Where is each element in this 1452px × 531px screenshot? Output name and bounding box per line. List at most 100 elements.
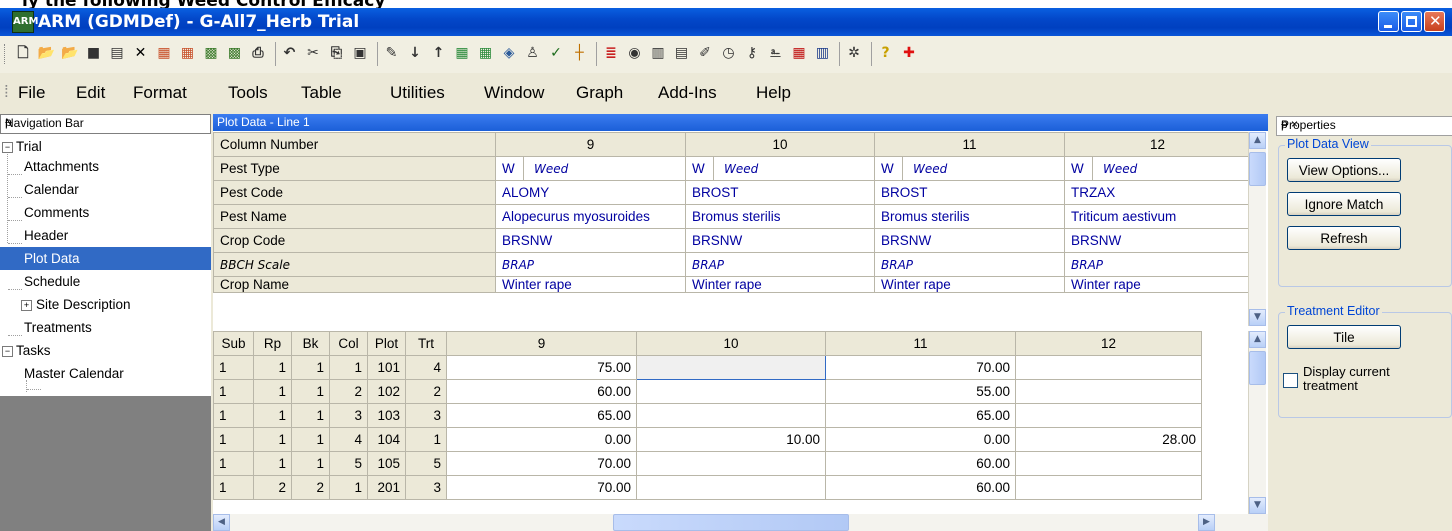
tree-item-attachments[interactable]: Attachments [24, 155, 99, 178]
key-cell[interactable]: 1 [213, 355, 254, 380]
display-current-treatment-checkbox[interactable] [1283, 373, 1298, 388]
pest-code-cell[interactable]: TRZAX [1064, 180, 1251, 205]
data-cell[interactable] [1015, 379, 1202, 404]
key-column-header[interactable]: Trt [405, 331, 447, 356]
data-cell[interactable] [1015, 403, 1202, 428]
key-cell[interactable]: 1 [213, 451, 254, 476]
pest-name-cell[interactable]: Bromus sterilis [874, 204, 1065, 229]
data-cell[interactable] [636, 451, 826, 476]
crop-code-cell[interactable]: BRSNW [1064, 228, 1251, 253]
key-cell[interactable]: 1 [329, 475, 368, 500]
spell-icon[interactable]: ✎ [383, 44, 401, 62]
check-icon[interactable]: ✓ [547, 44, 565, 62]
refresh-button[interactable]: Refresh [1287, 226, 1401, 250]
scroll-thumb[interactable] [1249, 351, 1266, 385]
paste-icon[interactable]: ▣ [351, 44, 369, 62]
new-icon[interactable]: 🗋 [14, 44, 32, 62]
toolbar-grip[interactable] [4, 44, 8, 64]
edit-icon[interactable]: ✐ [696, 44, 714, 62]
key-column-header[interactable]: Bk [291, 331, 330, 356]
key-cell[interactable]: 102 [367, 379, 406, 404]
horizontal-scrollbar[interactable]: ◀ ▶ [213, 514, 1268, 531]
data-cell[interactable]: 60.00 [825, 475, 1016, 500]
column-header[interactable]: 10 [636, 331, 826, 356]
data-cell[interactable]: 60.00 [825, 451, 1016, 476]
key-cell[interactable]: 1 [405, 427, 447, 452]
key-column-header[interactable]: Col [329, 331, 368, 356]
scroll-right-icon[interactable]: ▶ [1198, 514, 1215, 531]
disk-icon[interactable]: ◉ [626, 44, 644, 62]
key-cell[interactable]: 105 [367, 451, 406, 476]
data-cell[interactable]: 28.00 [1015, 427, 1202, 452]
close-button[interactable]: ✕ [1424, 11, 1445, 32]
arm-icon[interactable]: ▦ [477, 44, 495, 62]
key-cell[interactable]: 1 [213, 403, 254, 428]
key-cell[interactable]: 1 [213, 475, 254, 500]
settings-icon[interactable]: ✲ [845, 44, 863, 62]
bbch-scale-cell[interactable]: BRAP [685, 252, 875, 277]
menu-window[interactable]: Window [484, 83, 544, 103]
tree-item-tasks[interactable]: − Tasks [0, 339, 211, 362]
data-cell[interactable]: 65.00 [446, 403, 637, 428]
print-icon[interactable]: ⎙ [249, 44, 267, 62]
person-icon[interactable]: ♙ [524, 44, 542, 62]
column-header[interactable]: 11 [825, 331, 1016, 356]
key-cell[interactable]: 1 [253, 355, 292, 380]
tree-item-master-calendar[interactable]: Master Calendar [24, 362, 124, 385]
menu-graph[interactable]: Graph [576, 83, 623, 103]
grid-scrollbar[interactable]: ▲ ▼ [1248, 331, 1266, 514]
key-cell[interactable]: 2 [253, 475, 292, 500]
pest-name-cell[interactable]: Triticum aestivum [1064, 204, 1251, 229]
menu-utilities[interactable]: Utilities [390, 83, 445, 103]
tree-item-calendar[interactable]: Calendar [24, 178, 79, 201]
key-column-header[interactable]: Rp [253, 331, 292, 356]
key-cell[interactable]: 1 [291, 427, 330, 452]
key-cell[interactable]: 4 [405, 355, 447, 380]
data-cell[interactable] [636, 475, 826, 500]
current-cell[interactable] [636, 355, 826, 380]
key-cell[interactable]: 3 [329, 403, 368, 428]
minimize-button[interactable] [1378, 11, 1399, 32]
column-header[interactable]: 11 [874, 132, 1065, 157]
bbch-scale-cell[interactable]: BRAP [1064, 252, 1251, 277]
tree-item-comments[interactable]: Comments [24, 201, 89, 224]
menu-edit[interactable]: Edit [76, 83, 105, 103]
data-cell[interactable]: 70.00 [446, 451, 637, 476]
column-header[interactable]: 12 [1015, 331, 1202, 356]
scroll-left-icon[interactable]: ◀ [213, 514, 230, 531]
save-as-icon[interactable]: ▤ [108, 44, 126, 62]
column-header[interactable]: 9 [446, 331, 637, 356]
menu-table[interactable]: Table [301, 83, 342, 103]
key-cell[interactable]: 104 [367, 427, 406, 452]
scroll-thumb[interactable] [1249, 152, 1266, 186]
crop-name-cell[interactable]: Winter rape [685, 276, 875, 293]
maximize-button[interactable] [1401, 11, 1422, 32]
data-cell[interactable]: 0.00 [825, 427, 1016, 452]
key-cell[interactable]: 1 [213, 379, 254, 404]
menu-format[interactable]: Format [133, 83, 187, 103]
crop-code-cell[interactable]: BRSNW [874, 228, 1065, 253]
plus-icon[interactable]: ┼ [571, 44, 589, 62]
data-cell[interactable]: 0.00 [446, 427, 637, 452]
key-cell[interactable]: 5 [405, 451, 447, 476]
tree-item-treatments[interactable]: Treatments [24, 316, 92, 339]
key-cell[interactable]: 1 [253, 427, 292, 452]
key-cell[interactable]: 1 [291, 451, 330, 476]
help-icon[interactable]: ? [877, 44, 895, 62]
pest-code-cell[interactable]: ALOMY [495, 180, 686, 205]
data-cell[interactable] [1015, 451, 1202, 476]
crop-name-cell[interactable]: Winter rape [495, 276, 686, 293]
crop-code-cell[interactable]: BRSNW [495, 228, 686, 253]
key-cell[interactable]: 1 [291, 403, 330, 428]
crop-name-cell[interactable]: Winter rape [1064, 276, 1251, 293]
calc-icon[interactable]: ▤ [673, 44, 691, 62]
scroll-up-icon[interactable]: ▲ [1249, 132, 1266, 149]
ignore-match-button[interactable]: Ignore Match [1287, 192, 1401, 216]
menu-help[interactable]: Help [756, 83, 791, 103]
chart-icon[interactable]: ▩ [202, 44, 220, 62]
list-icon[interactable]: ≣ [602, 44, 620, 62]
data-cell[interactable] [636, 403, 826, 428]
menu-file[interactable]: File [18, 83, 45, 103]
key-cell[interactable]: 5 [329, 451, 368, 476]
tree-item-site-description[interactable]: + Site Description [0, 293, 211, 316]
